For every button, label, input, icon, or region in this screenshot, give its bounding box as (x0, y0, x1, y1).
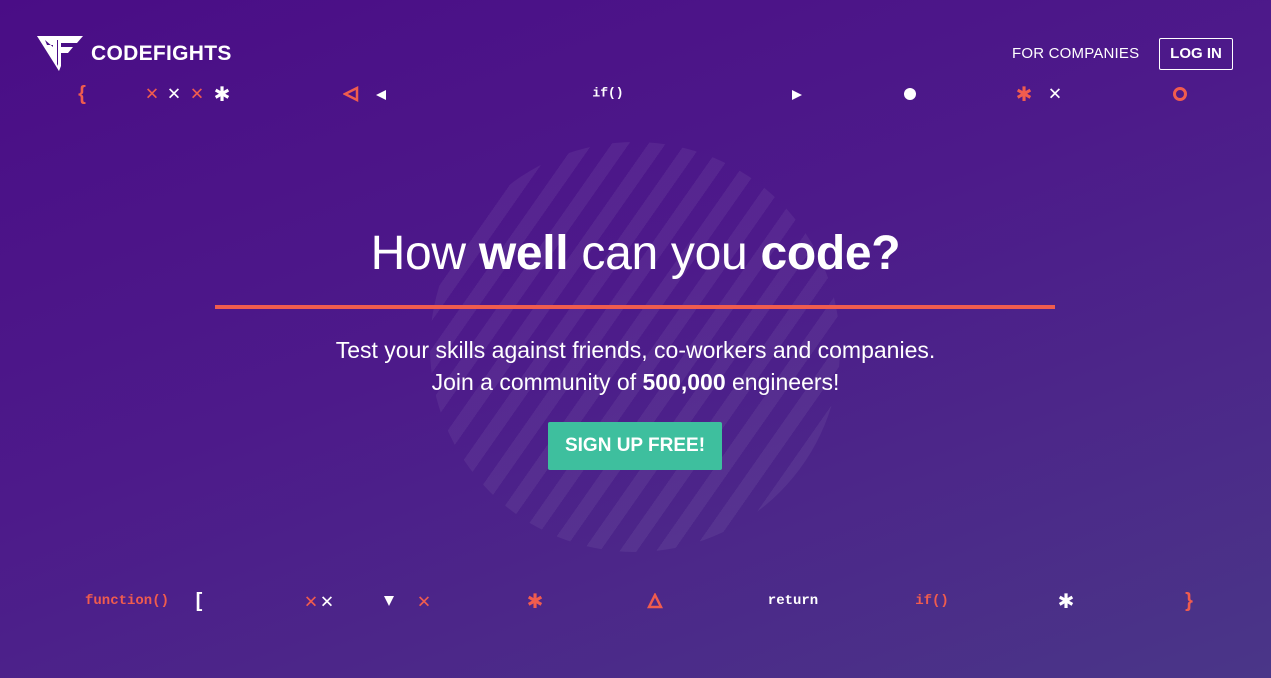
cross-icon: ✕ (144, 84, 160, 104)
triangle-left-icon (376, 90, 386, 100)
headline-divider (215, 305, 1055, 309)
logo[interactable]: CODEFIGHTS (37, 36, 232, 72)
asterisk-icon: ✱ (1057, 591, 1075, 613)
ring-icon (1173, 87, 1187, 101)
if-call-code: if() (592, 85, 624, 101)
cross-icon: ✕ (189, 84, 205, 104)
triangle-up-outline-icon (647, 593, 663, 609)
asterisk-icon: ✱ (1015, 84, 1033, 106)
return-keyword-code: return (767, 593, 819, 609)
function-call-code: function() (84, 593, 170, 609)
headline-part: can you (568, 227, 761, 280)
top-nav: CODEFIGHTS FOR COMPANIES LOG IN (0, 0, 1271, 80)
cross-icon: ✕ (303, 592, 319, 612)
asterisk-icon: ✱ (213, 84, 231, 106)
cross-icon: ✕ (1047, 84, 1063, 104)
subline-text: engineers! (725, 369, 840, 395)
codefights-logo-icon (37, 36, 83, 71)
signup-button[interactable]: SIGN UP FREE! (548, 422, 722, 470)
hero-subline-2: Join a community of 500,000 engineers! (0, 369, 1271, 396)
cross-icon: ✕ (166, 84, 182, 104)
circle-icon (904, 88, 916, 100)
triangle-down-icon (384, 596, 394, 606)
close-brace-glyph: } (1185, 590, 1193, 612)
triangle-left-outline-icon (343, 86, 359, 102)
subline-text: Join a community of (431, 369, 643, 395)
cross-icon: ✕ (416, 592, 432, 612)
hero-subline-1: Test your skills against friends, co-wor… (335, 337, 936, 363)
open-brace-glyph: { (78, 83, 86, 105)
headline-emphasis: code? (760, 227, 901, 280)
hero-headline: How well can you code? (0, 226, 1271, 281)
headline-emphasis: well (478, 227, 569, 280)
if-call-code: if() (915, 593, 949, 609)
cross-icon: ✕ (319, 592, 335, 612)
headline-part: How (370, 227, 479, 280)
open-bracket-glyph: [ (195, 590, 203, 612)
brand-name: CODEFIGHTS (91, 42, 232, 65)
for-companies-link[interactable]: FOR COMPANIES (1012, 45, 1139, 62)
triangle-right-icon (792, 90, 802, 100)
login-button[interactable]: LOG IN (1159, 38, 1233, 70)
engineer-count: 500,000 (642, 369, 726, 395)
asterisk-icon: ✱ (526, 591, 544, 613)
